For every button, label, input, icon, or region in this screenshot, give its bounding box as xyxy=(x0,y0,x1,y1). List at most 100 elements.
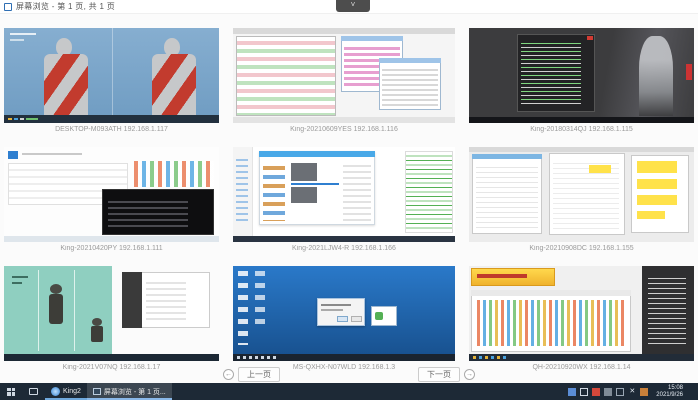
thumbnail-art xyxy=(49,294,63,324)
task-view-button[interactable] xyxy=(22,383,45,400)
toolbar-reveal-button[interactable]: ˅ xyxy=(336,0,370,12)
thumbnail-art xyxy=(375,312,383,320)
thumbnail-art xyxy=(44,54,88,115)
prev-page-button[interactable]: 上一页 xyxy=(238,366,280,382)
tray-icon-7[interactable] xyxy=(640,387,649,396)
thumbnail-art xyxy=(343,161,371,221)
screen-tile: DESKTOP-M093ATH 192.168.1.117 xyxy=(4,28,219,135)
arrow-right-icon[interactable]: → xyxy=(464,368,475,380)
window-title: 屏幕浏览 - 第 1 页, 共 1 页 xyxy=(16,2,116,11)
thumbnail-art xyxy=(477,274,527,278)
start-button[interactable] xyxy=(0,383,22,400)
thumbnail-art xyxy=(471,290,631,296)
clock-time: 15:08 xyxy=(667,384,683,391)
thumbnail-art xyxy=(237,356,277,359)
tray-icon-3[interactable] xyxy=(592,387,601,396)
screen-tile: King-2021V07NQ 192.168.1.17 xyxy=(4,266,219,373)
arrow-right-glyph: → xyxy=(466,370,473,378)
thumbnail-art xyxy=(589,165,611,173)
thumbnail-art xyxy=(379,58,441,63)
thumbnail-art xyxy=(587,36,593,40)
screen-tile: King-2021LJW4-R 192.168.1.166 xyxy=(233,147,455,254)
tray-icon-1[interactable] xyxy=(568,387,577,396)
thumbnail-art xyxy=(341,36,403,41)
tray-icon-5[interactable] xyxy=(616,387,625,396)
screen-caption: DESKTOP-M093ATH 192.168.1.117 xyxy=(55,126,168,133)
screen-caption: King-20180314QJ 192.168.1.115 xyxy=(530,126,633,133)
thumbnail-art xyxy=(351,316,362,322)
thumbnail-art xyxy=(50,284,62,294)
screen-tile: QH-20210920WX 192.168.1.14 xyxy=(469,266,694,373)
screen-thumbnail[interactable] xyxy=(4,147,219,242)
thumbnail-art xyxy=(91,326,103,342)
thumbnail-art xyxy=(291,183,339,185)
thumbnail-art xyxy=(405,151,453,233)
thumbnail-art xyxy=(473,356,507,359)
thumbnail-art xyxy=(255,271,265,331)
screen-browse-app-label: 屏幕浏览 - 第 1 页... xyxy=(103,388,166,396)
taskbar: King2 屏幕浏览 - 第 1 页... ✕ 15:08 2021/9/26 xyxy=(0,383,698,400)
screen-thumbnail[interactable] xyxy=(4,28,219,123)
thumbnail-art xyxy=(472,154,542,159)
thumbnail-art xyxy=(233,117,455,123)
thumbnail-art xyxy=(108,197,188,227)
system-tray: ✕ 15:08 2021/9/26 xyxy=(568,383,698,400)
thumbnail-art xyxy=(236,155,248,221)
tray-icon-4[interactable] xyxy=(604,387,613,396)
thumbnail-art xyxy=(291,187,317,203)
windows-logo-icon xyxy=(7,387,15,396)
thumbnail-art xyxy=(111,28,113,115)
clock-date: 2021/9/26 xyxy=(656,391,683,398)
screen-thumbnail[interactable] xyxy=(233,147,455,242)
thumbnail-art xyxy=(637,211,665,219)
screen-caption: King-20210609YES 192.168.1.116 xyxy=(290,126,398,133)
window-app-icon xyxy=(4,2,12,11)
thumbnail-art xyxy=(321,309,343,311)
screen-tile: MS-QXHX-N07WLD 192.168.1.3 xyxy=(233,266,455,373)
taskbar-app-screen-browse[interactable]: 屏幕浏览 - 第 1 页... xyxy=(86,383,172,400)
thumbnail-art xyxy=(152,54,196,115)
chevron-down-icon: ˅ xyxy=(350,0,356,9)
thumbnail-art xyxy=(469,147,694,152)
thumbnail-art xyxy=(10,33,36,35)
thumbnail-art xyxy=(92,318,102,326)
screen-thumbnail[interactable] xyxy=(4,266,219,361)
thumbnail-art xyxy=(146,278,186,322)
screen-tile: King-20210609YES 192.168.1.116 xyxy=(233,28,455,135)
screen-thumbnail[interactable] xyxy=(469,28,694,123)
thumbnail-art xyxy=(637,195,677,205)
thumbnail-art xyxy=(12,276,28,278)
thumbnail-art xyxy=(134,161,214,187)
next-page-button[interactable]: 下一页 xyxy=(418,366,460,382)
thumbnail-art xyxy=(233,236,455,242)
thumbnail-art xyxy=(476,163,538,229)
thumbnail-art xyxy=(8,151,18,159)
thumbnail-art xyxy=(521,40,581,106)
tray-icon-2[interactable] xyxy=(580,387,589,396)
arrow-left-icon[interactable]: ← xyxy=(223,368,234,380)
screen-thumbnail[interactable] xyxy=(469,147,694,242)
thumbnail-art xyxy=(236,36,336,116)
thumbnail-art xyxy=(637,161,677,173)
king2-app-icon xyxy=(51,387,60,396)
thumbnail-art xyxy=(648,274,686,344)
task-view-icon xyxy=(29,388,38,395)
thumbnail-art xyxy=(238,271,248,345)
screen-tile: King-20210908DC 192.168.1.155 xyxy=(469,147,694,254)
taskbar-app-king2[interactable]: King2 xyxy=(45,383,87,400)
thumbnail-art xyxy=(233,28,455,34)
thumbnail-art xyxy=(22,153,82,155)
thumbnail-art xyxy=(337,316,348,322)
screen-caption: King-20210908DC 192.168.1.155 xyxy=(529,245,634,252)
tray-icon-6[interactable]: ✕ xyxy=(628,388,636,396)
screen-thumbnail[interactable] xyxy=(233,28,455,123)
thumbnail-art xyxy=(686,64,692,80)
screen-thumbnail[interactable] xyxy=(233,266,455,361)
thumbnail-art xyxy=(291,163,317,181)
screen-thumbnail[interactable] xyxy=(469,266,694,361)
thumbnail-art xyxy=(259,151,375,157)
next-page-group: 下一页 → xyxy=(418,366,475,382)
thumbnail-art xyxy=(639,36,673,116)
taskbar-clock[interactable]: 15:08 2021/9/26 xyxy=(652,385,687,399)
thumbnail-art xyxy=(122,272,142,328)
